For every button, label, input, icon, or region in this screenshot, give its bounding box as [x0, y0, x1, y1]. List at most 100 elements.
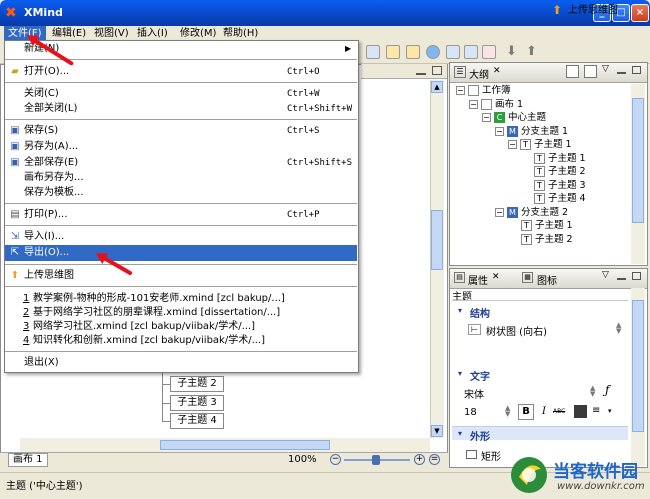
dropdown-arrow-icon[interactable]: ▾: [608, 407, 612, 415]
menu-separator: [5, 82, 357, 83]
view-menu-icon[interactable]: ▽: [602, 270, 609, 280]
outline-row[interactable]: T 子主题 3: [534, 179, 586, 192]
rectangle-shape-icon: [466, 450, 477, 459]
section-structure[interactable]: 结构: [470, 305, 490, 320]
text-color-swatch[interactable]: [574, 405, 587, 418]
outline-row[interactable]: − 画布 1: [469, 98, 523, 111]
menu-item-upload[interactable]: ⬆ 上传思维图: [5, 268, 357, 284]
expand-toggle-icon[interactable]: −: [482, 113, 491, 122]
maximize-view-icon[interactable]: [632, 66, 641, 74]
arrow-up-icon[interactable]: ⬆: [526, 44, 540, 59]
structure-value[interactable]: 树状图 (向右): [486, 323, 547, 338]
tab-icons[interactable]: 图标: [537, 272, 557, 287]
outline-row[interactable]: T 子主题 2: [534, 165, 586, 178]
strikethrough-button[interactable]: ABC: [553, 408, 565, 415]
vertical-scroll-thumb[interactable]: [431, 210, 443, 270]
canvas-topic[interactable]: 子主题 4: [170, 413, 224, 429]
toolbar-icon-6[interactable]: [464, 45, 478, 59]
minimize-view-icon[interactable]: [617, 67, 626, 74]
collapse-icon[interactable]: ▾: [458, 306, 462, 315]
watermark-logo: 当客软件园 www.downkr.com: [495, 452, 645, 498]
align-icon[interactable]: ≡: [592, 405, 600, 416]
minimize-view-icon[interactable]: [617, 273, 626, 280]
outline-tool-icon[interactable]: [566, 65, 579, 78]
toolbar-icon-7[interactable]: [482, 45, 496, 59]
tab-properties[interactable]: 属性: [468, 272, 488, 287]
outline-row[interactable]: − M 分支主题 1: [495, 125, 568, 138]
font-picker-icon[interactable]: ƒ: [605, 383, 609, 397]
maximize-view-icon[interactable]: [632, 272, 641, 280]
zoom-out-icon[interactable]: −: [330, 454, 341, 465]
font-size-value[interactable]: 18: [464, 407, 477, 418]
menu-item-save[interactable]: ▣ 保存(S) Ctrl+S: [5, 123, 357, 139]
menu-item-exit[interactable]: 退出(X): [5, 355, 357, 371]
spinner-icon[interactable]: ▲ ▼: [505, 405, 510, 418]
properties-scroll-thumb[interactable]: [632, 300, 644, 432]
canvas-topic[interactable]: 子主题 3: [170, 395, 224, 411]
globe-icon[interactable]: [426, 45, 440, 59]
view-menu-icon[interactable]: ▽: [602, 64, 609, 74]
zoom-slider-handle[interactable]: [372, 455, 380, 465]
tab-canvas-1[interactable]: 画布 1: [8, 453, 48, 467]
outline-row[interactable]: − T 子主题 1: [508, 138, 572, 151]
collapse-icon[interactable]: ▾: [458, 429, 462, 438]
spinner-icon[interactable]: ▲ ▼: [590, 385, 595, 398]
outline-row[interactable]: − 工作簿: [456, 84, 511, 97]
toolbar-icon-3[interactable]: [406, 45, 420, 59]
scroll-up-arrow-icon[interactable]: ▲: [431, 81, 443, 93]
close-tab-icon[interactable]: ✕: [492, 272, 500, 282]
menu-item-save-as-template[interactable]: 保存为模板...: [5, 185, 357, 201]
upload-icon: ⬆: [552, 3, 563, 17]
expand-toggle-icon[interactable]: −: [456, 86, 465, 95]
spinner-icon[interactable]: ▲ ▼: [616, 322, 621, 335]
xmind-logo-icon: ✖: [5, 5, 17, 21]
toolbar-icon-5[interactable]: [446, 45, 460, 59]
menu-item-save-as[interactable]: ▣ 另存为(A)...: [5, 139, 357, 155]
divider: [452, 300, 628, 301]
close-tab-icon[interactable]: ✕: [493, 66, 501, 76]
maximize-view-icon[interactable]: [432, 66, 442, 75]
menu-item-print[interactable]: ▤ 打印(P)... Ctrl+P: [5, 207, 357, 223]
export-icon: ⇱: [10, 247, 20, 258]
font-family-value[interactable]: 宋体: [464, 386, 484, 401]
menu-item-import[interactable]: ⇲ 导入(I)...: [5, 229, 357, 245]
toolbar-icon-2[interactable]: [386, 45, 400, 59]
expand-toggle-icon[interactable]: −: [495, 207, 504, 217]
menu-item-save-canvas-as[interactable]: 画布另存为...: [5, 170, 357, 186]
zoom-fit-icon[interactable]: =: [429, 454, 440, 465]
outline-row[interactable]: T 子主题 1: [521, 219, 573, 232]
arrow-down-icon[interactable]: ⬇: [506, 44, 520, 59]
horizontal-scroll-thumb[interactable]: [160, 440, 330, 450]
recent-file-4[interactable]: 4 知识转化和创新.xmind [zcl bakup/viibak/学术/...…: [5, 333, 357, 349]
outline-row[interactable]: T 子主题 2: [521, 233, 573, 246]
canvas-topic[interactable]: 子主题 2: [170, 376, 224, 392]
close-button[interactable]: ×: [631, 4, 649, 22]
outline-label: 中心主题: [508, 112, 547, 123]
menu-item-save-all[interactable]: ▣ 全部保存(E) Ctrl+Shift+S: [5, 155, 357, 171]
zoom-in-icon[interactable]: +: [414, 454, 425, 465]
upload-mindmap-button[interactable]: ⬆ 上传思维图: [552, 3, 618, 19]
topic-icon: T: [521, 220, 532, 231]
bold-button[interactable]: B: [518, 404, 534, 420]
menu-item-export[interactable]: ⇱ 导出(O)...: [5, 245, 357, 261]
section-shape[interactable]: 外形: [470, 428, 490, 443]
outline-tool-icon[interactable]: [584, 65, 597, 78]
menu-item-open[interactable]: ▰ 打开(O)... Ctrl+O: [5, 64, 357, 80]
expand-toggle-icon[interactable]: −: [495, 126, 504, 136]
outline-row[interactable]: T 子主题 1: [534, 152, 586, 165]
collapse-icon[interactable]: ▾: [458, 369, 462, 378]
tab-outline[interactable]: 大纲: [469, 66, 489, 81]
toolbar-icon-1[interactable]: [366, 45, 380, 59]
minimize-view-icon[interactable]: [416, 67, 426, 75]
outline-row[interactable]: − M 分支主题 2: [495, 206, 568, 219]
italic-button[interactable]: I: [538, 404, 550, 420]
section-text[interactable]: 文字: [470, 368, 490, 383]
outline-row[interactable]: − C 中心主题: [482, 111, 546, 124]
outline-row[interactable]: T 子主题 4: [534, 192, 586, 205]
expand-toggle-icon[interactable]: −: [469, 99, 478, 109]
menu-item-close-all[interactable]: 全部关闭(L) Ctrl+Shift+W: [5, 101, 357, 117]
scroll-down-arrow-icon[interactable]: ▼: [431, 425, 443, 437]
expand-toggle-icon[interactable]: −: [508, 140, 517, 149]
menu-item-close[interactable]: 关闭(C) Ctrl+W: [5, 86, 357, 102]
outline-scroll-thumb[interactable]: [632, 98, 644, 223]
